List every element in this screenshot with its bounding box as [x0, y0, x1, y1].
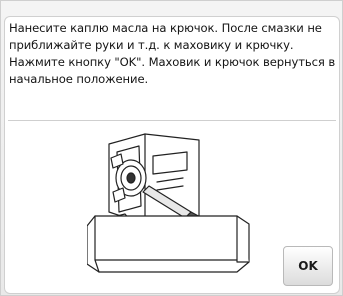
oil-hook-illustration — [87, 133, 250, 273]
instruction-line-3: Нажмите кнопку "OK". Маховик и крючок ве… — [9, 55, 336, 69]
message-dialog: Нанесите каплю масла на крючок. После см… — [4, 16, 340, 294]
instruction-line-2: приближайте руки и т.д. к маховику и крю… — [9, 38, 294, 52]
ok-button[interactable]: OK — [283, 246, 333, 286]
divider — [8, 120, 336, 121]
instruction-text: Нанесите каплю масла на крючок. После см… — [9, 20, 342, 88]
instruction-line-4: начальное положение. — [9, 72, 149, 86]
screen-frame: Нанесите каплю масла на крючок. После см… — [0, 0, 343, 296]
instruction-line-1: Нанесите каплю масла на крючок. После см… — [9, 21, 322, 35]
